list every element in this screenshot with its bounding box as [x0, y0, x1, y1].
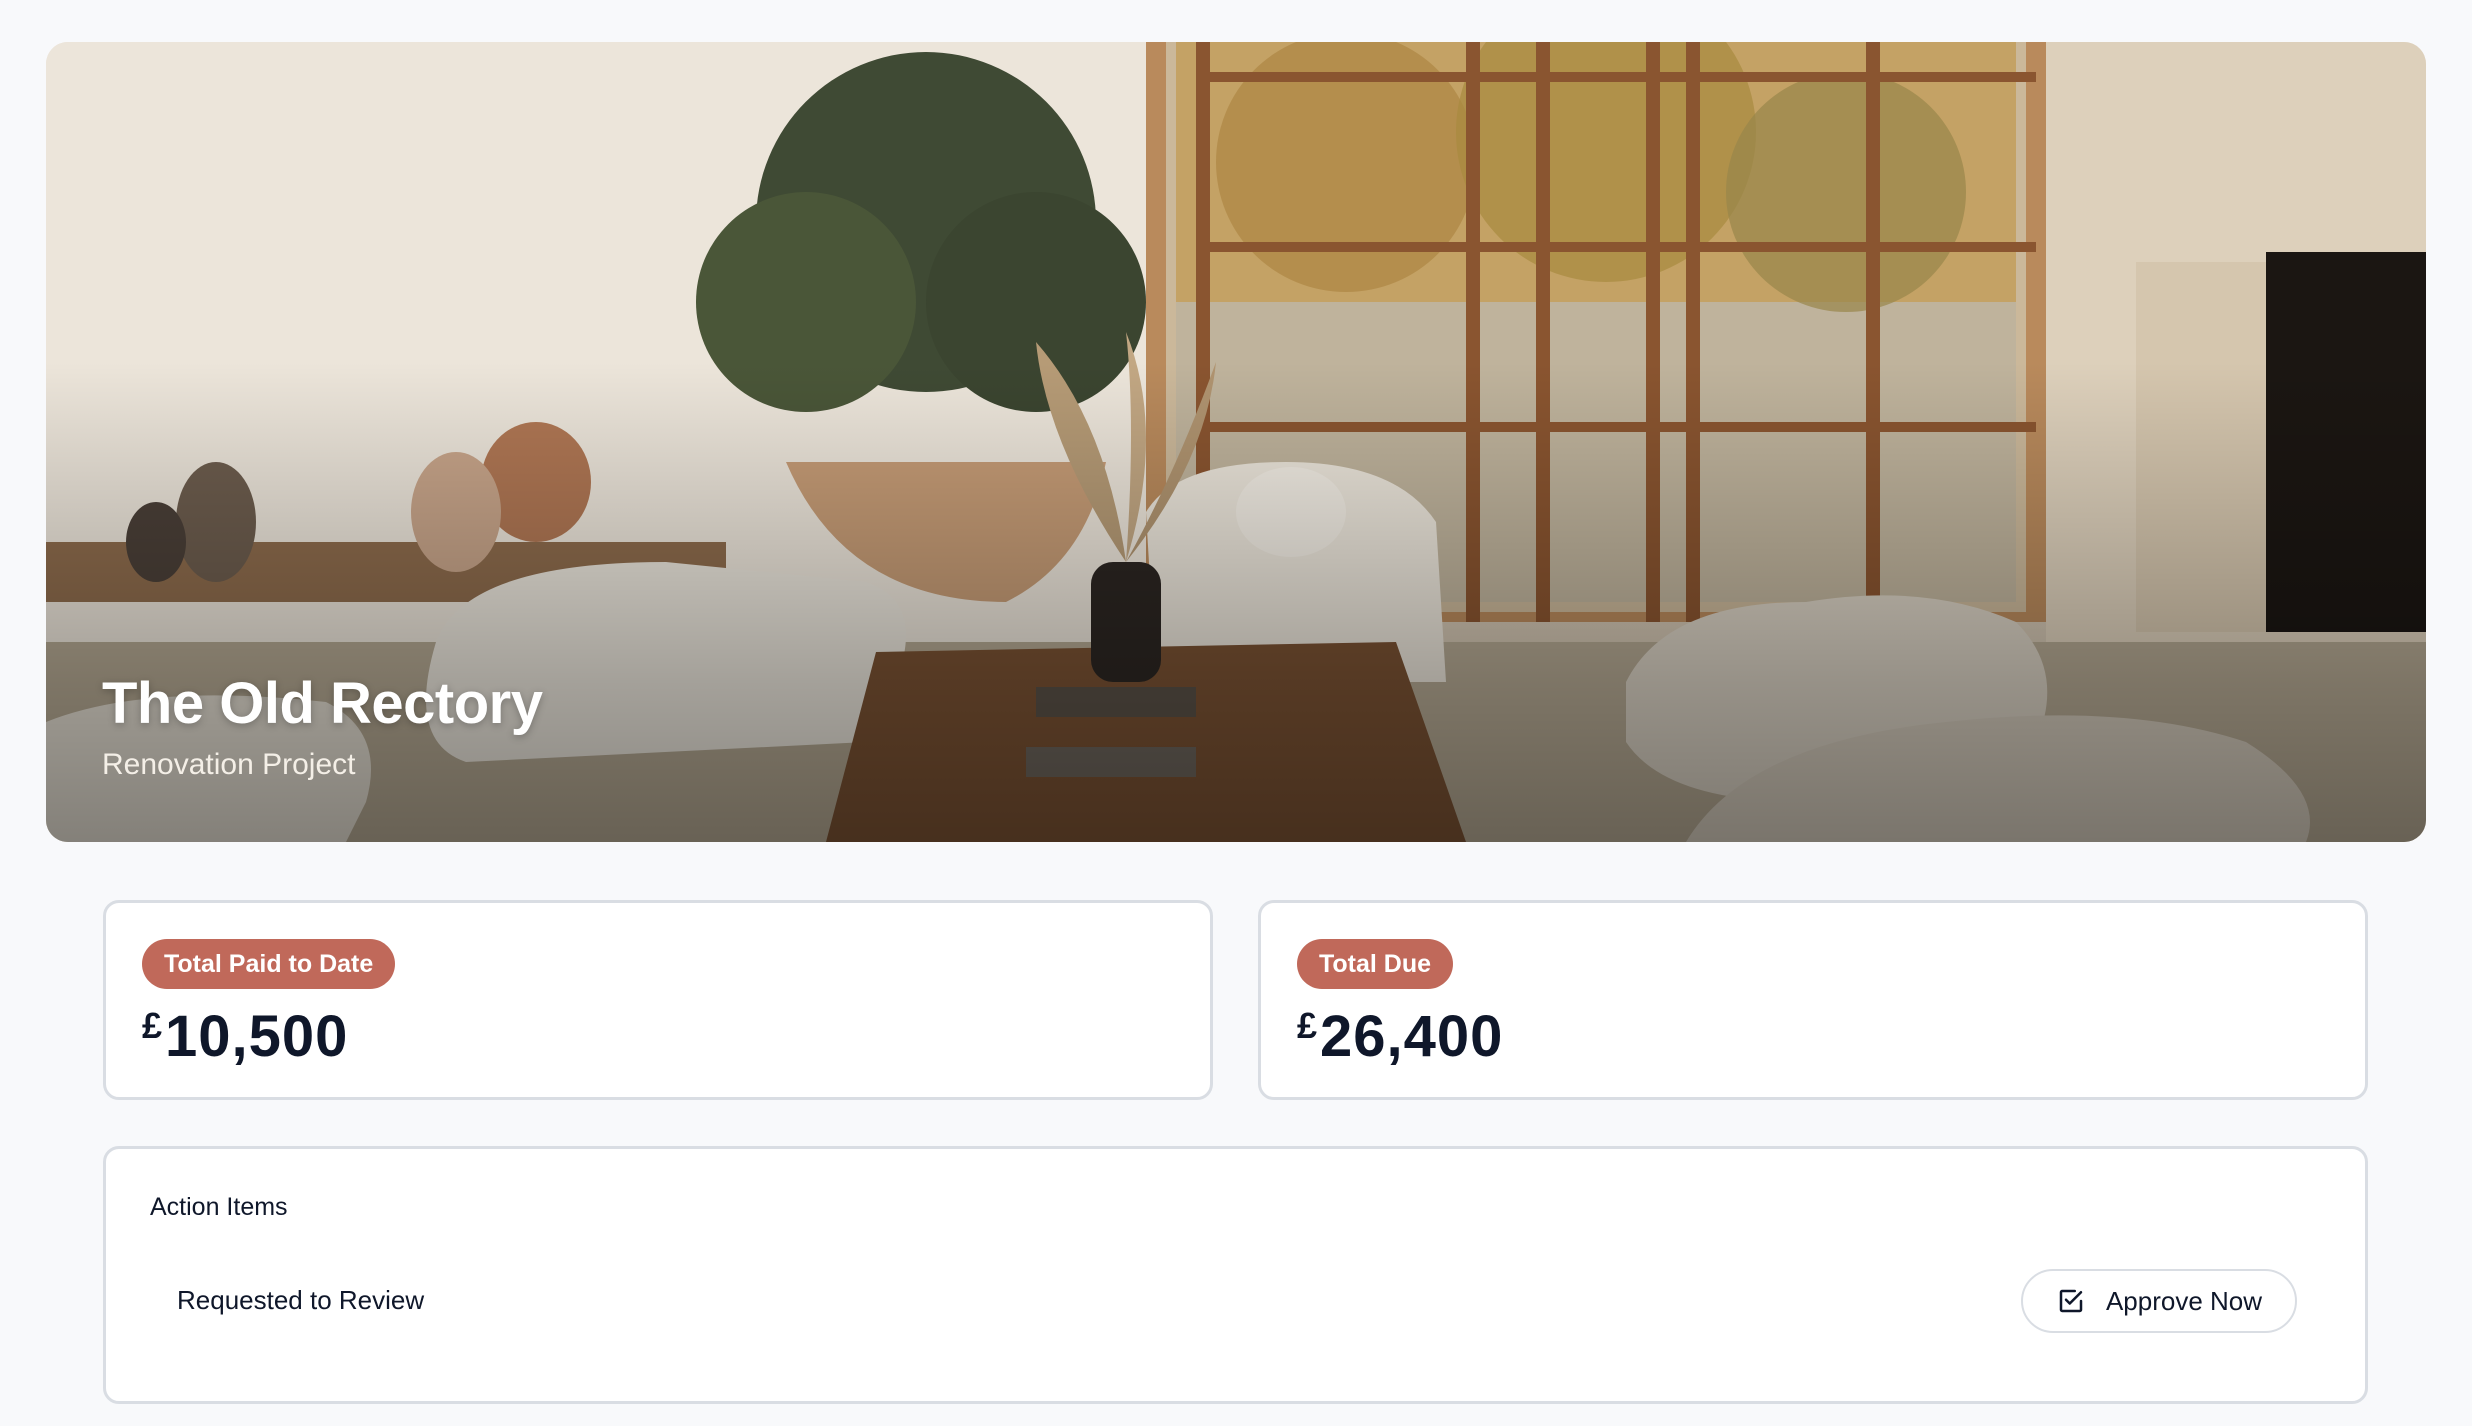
checkbox-check-icon [2056, 1286, 2086, 1316]
approve-now-button[interactable]: Approve Now [2021, 1269, 2297, 1333]
action-item-label: Requested to Review [177, 1285, 425, 1315]
total-paid-value: 10,500 [165, 1004, 349, 1069]
currency-symbol: £ [1297, 1005, 1319, 1046]
total-due-value: 26,400 [1320, 1004, 1504, 1069]
project-title: The Old Rectory [102, 671, 543, 736]
currency-symbol: £ [142, 1005, 164, 1046]
action-item-row: Requested to Review Approve Now [150, 1269, 2297, 1333]
total-paid-amount: £10,500 [142, 1003, 348, 1070]
action-items-heading: Action Items [150, 1193, 288, 1221]
hero-banner: The Old Rectory Renovation Project [46, 42, 2426, 842]
total-due-badge: Total Due [1297, 939, 1454, 989]
total-paid-badge: Total Paid to Date [142, 939, 396, 989]
action-items-card: Action Items Requested to Review Approve… [103, 1146, 2368, 1404]
approve-now-label: Approve Now [2105, 1285, 2263, 1316]
project-page: The Old Rectory Renovation Project Total… [0, 0, 2472, 1426]
total-due-card: Total Due £26,400 [1258, 900, 2368, 1100]
total-paid-card: Total Paid to Date £10,500 [103, 900, 1213, 1100]
total-due-amount: £26,400 [1297, 1003, 1503, 1070]
project-subtitle: Renovation Project [102, 748, 356, 781]
